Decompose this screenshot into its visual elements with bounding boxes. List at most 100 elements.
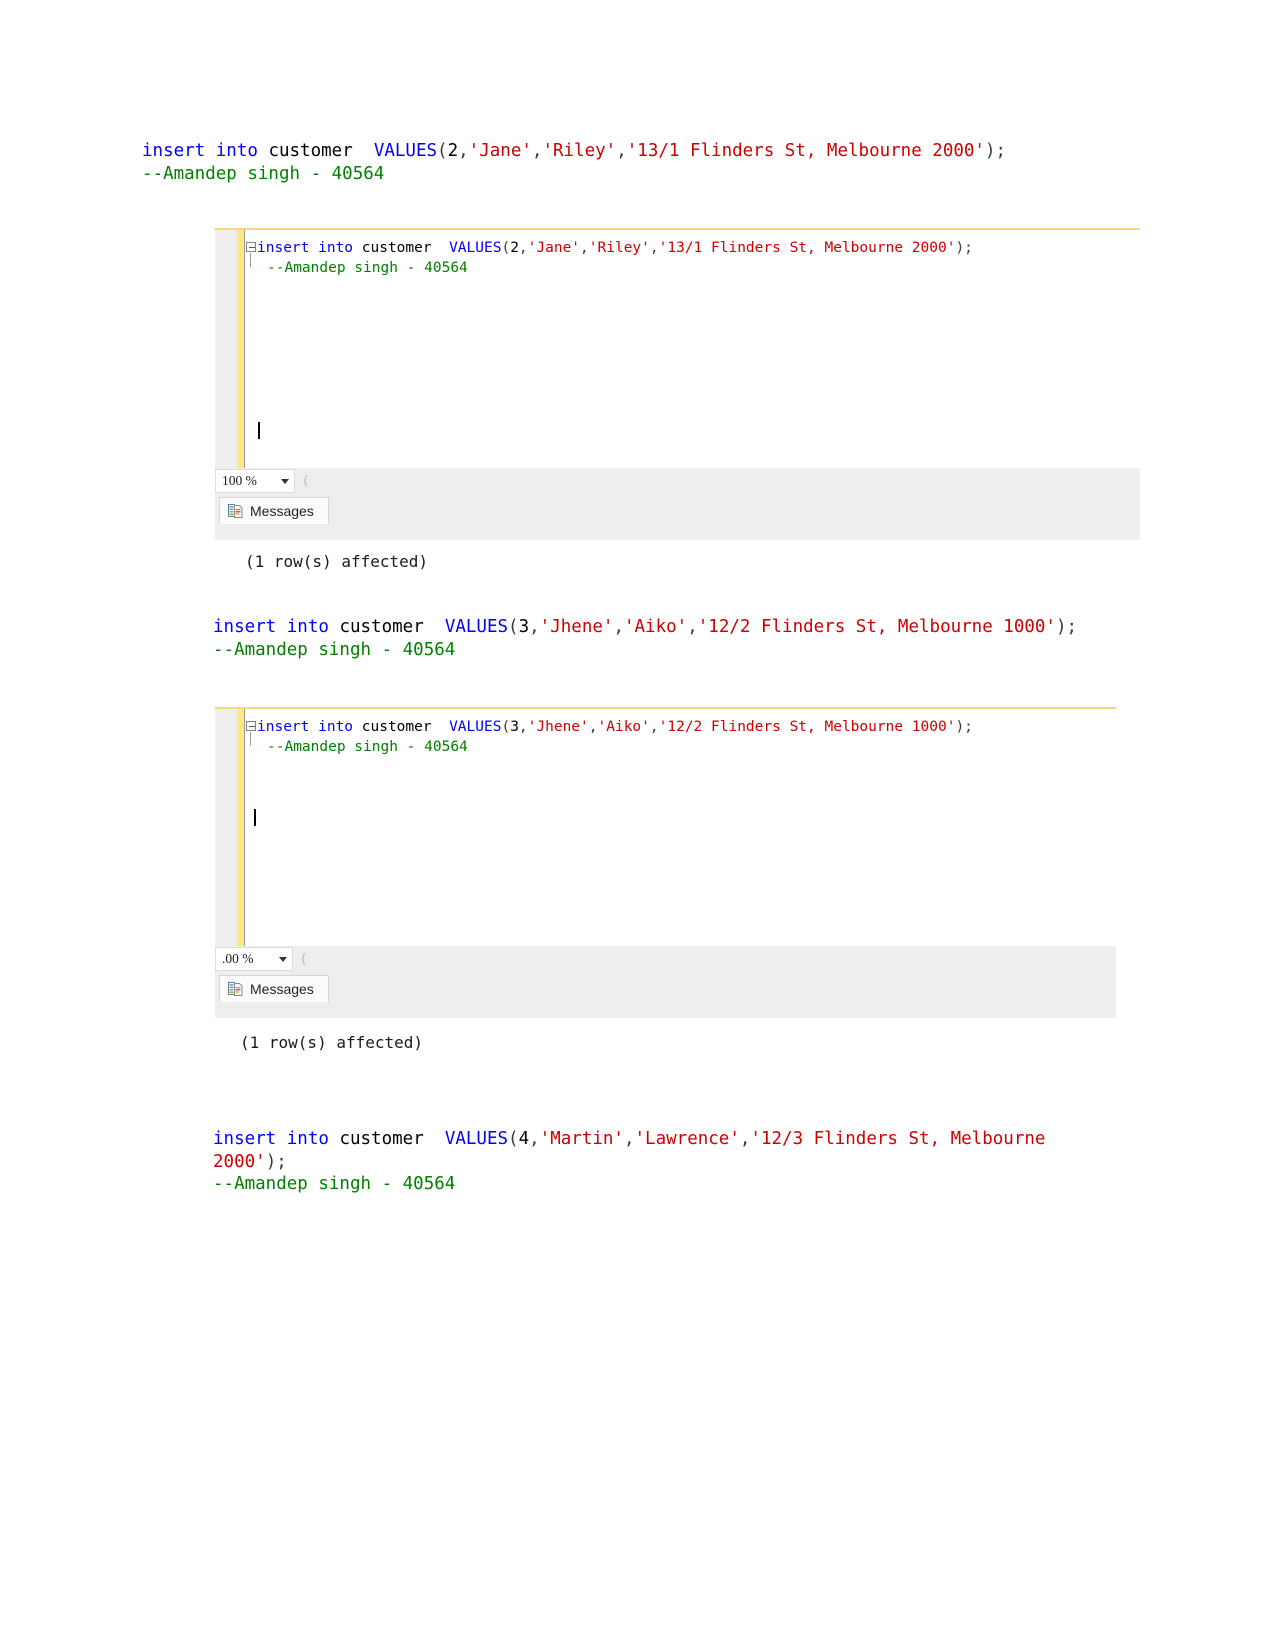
editor-gutter [215,709,237,946]
sql-value-address: '13/1 Flinders St, Melbourne 2000' [658,240,956,256]
results-panel-2 [215,1002,1116,1018]
sql-value-id: 3 [510,719,519,735]
sql-paren-open: ( [501,240,511,256]
editor-status-strip-2: .00 % ⟨ [215,946,1116,972]
sql-paren-open: ( [501,719,511,735]
change-tracking-bar [237,230,244,468]
sql-keyword-insert: insert into [213,617,329,637]
sql-value-lastname: 'Aiko' [623,617,688,637]
sql-comma-3: , [616,141,627,161]
code-pane[interactable]: insert into customer VALUES(3,'Jhene','A… [244,709,1116,946]
sql-value-address: '13/1 Flinders St, Melbourne 2000' [626,141,985,161]
chevron-down-icon[interactable] [279,956,287,962]
code-line-1: insert into customer VALUES(3,'Jhene','A… [245,717,1116,737]
sql-value-id: 3 [518,617,530,637]
sql-value-lastname: 'Aiko' [597,719,650,735]
tab-messages-label: Messages [250,981,314,997]
change-tracking-bar [237,709,244,946]
sql-keyword-insert: insert into [257,719,354,735]
sql-snippet-2: insert into customer VALUES(3,'Jhene','A… [213,616,1113,661]
sql-value-lastname: 'Riley' [542,141,617,161]
text-caret [258,422,260,439]
sql-paren-close: ); [1055,617,1078,637]
sql-keyword-insert: insert into [213,1129,329,1149]
code-pane[interactable]: insert into customer VALUES(2,'Jane','Ri… [244,230,1140,468]
sql-comma-2: , [531,141,543,161]
zoom-level-dropdown[interactable]: 100 % [215,469,295,493]
sql-keyword-values: VALUES [449,719,502,735]
sql-value-firstname: 'Jane' [527,240,581,256]
sql-comma-1: , [518,240,528,256]
sql-comma-2: , [588,719,598,735]
sql-value-firstname: 'Martin' [539,1129,624,1149]
sql-comment: --Amandep singh - 40564 [213,1174,456,1194]
sql-value-id: 4 [518,1129,530,1149]
sql-comma-1: , [529,617,540,637]
sql-keyword-values: VALUES [449,240,502,256]
messages-output-2: (1 row(s) affected) [240,1033,424,1052]
ssms-window-1: insert into customer VALUES(2,'Jane','Ri… [215,228,1140,540]
code-line-1: insert into customer VALUES(2,'Jane','Ri… [245,238,1140,258]
results-tab-row-1: Messages [215,494,1140,524]
document-page: insert into customer VALUES(2,'Jane','Ri… [0,0,1275,1650]
editor-gutter [215,230,237,468]
sql-snippet-1: insert into customer VALUES(2,'Jane','Ri… [142,140,1042,185]
sql-keyword-values: VALUES [444,617,509,637]
messages-icon [228,503,243,519]
sql-table-name: customer [257,141,374,161]
sql-comma-2: , [623,1129,635,1149]
results-panel-1 [215,524,1140,540]
sql-paren-close: ); [955,719,973,735]
sql-keyword-values: VALUES [373,141,438,161]
sql-paren-close: ); [265,1151,287,1172]
chevron-down-icon[interactable] [281,478,289,484]
sql-comma-3: , [649,719,659,735]
zoom-level-value: 100 % [222,473,257,488]
ssms-window-2: insert into customer VALUES(3,'Jhene','A… [215,707,1116,1018]
sql-paren-open: ( [508,617,519,637]
sql-value-address: '12/2 Flinders St, Melbourne 1000' [658,719,956,735]
query-editor-1[interactable]: insert into customer VALUES(2,'Jane','Ri… [215,230,1140,468]
sql-value-firstname: 'Jhene' [539,617,614,637]
query-editor-2[interactable]: insert into customer VALUES(3,'Jhene','A… [215,709,1116,946]
code-line-2-comment: --Amandep singh - 40564 [267,260,468,276]
sql-snippet-3: insert into customer VALUES(4,'Martin','… [213,1128,1113,1196]
sql-value-lastname: 'Riley' [588,240,650,256]
sql-value-firstname: 'Jane' [468,141,532,161]
sql-value-firstname: 'Jhene' [527,719,589,735]
sql-comma-1: , [458,141,469,161]
sql-table-name: customer [353,240,450,256]
tab-messages[interactable]: Messages [219,497,329,524]
sql-comma-1: , [518,719,528,735]
zoom-level-value: .00 % [222,951,254,966]
sql-table-name: customer [328,1129,445,1149]
sql-keyword-insert: insert into [142,141,258,161]
sql-paren-close: ); [955,240,973,256]
sql-paren-open: ( [508,1129,519,1149]
editor-status-strip-1: 100 % ⟨ [215,468,1140,494]
tab-messages-label: Messages [250,503,314,519]
scroll-left-chevron-icon[interactable]: ⟨ [301,951,306,967]
sql-table-name: customer [353,719,450,735]
sql-table-name: customer [328,617,445,637]
sql-comment: --Amandep singh - 40564 [142,163,385,184]
sql-comma-2: , [580,240,589,256]
messages-output-1: (1 row(s) affected) [245,552,429,571]
sql-comma-3: , [649,240,659,256]
sql-paren-open: ( [437,141,448,161]
code-line-2-comment: --Amandep singh - 40564 [267,739,468,755]
sql-value-address: '12/2 Flinders St, Melbourne 1000' [697,617,1056,637]
sql-paren-close: ); [984,141,1007,161]
text-caret [254,809,256,826]
zoom-level-dropdown[interactable]: .00 % [215,947,293,971]
sql-comment: --Amandep singh - 40564 [213,639,456,660]
sql-value-id: 2 [447,141,459,161]
sql-keyword-insert: insert into [257,240,354,256]
sql-comma-3: , [687,617,698,637]
sql-comma-2: , [613,617,624,637]
sql-keyword-values: VALUES [444,1129,509,1149]
tab-messages[interactable]: Messages [219,975,329,1002]
sql-comma-1: , [529,1129,540,1149]
results-tab-row-2: Messages [215,972,1116,1002]
scroll-left-chevron-icon[interactable]: ⟨ [303,473,308,489]
